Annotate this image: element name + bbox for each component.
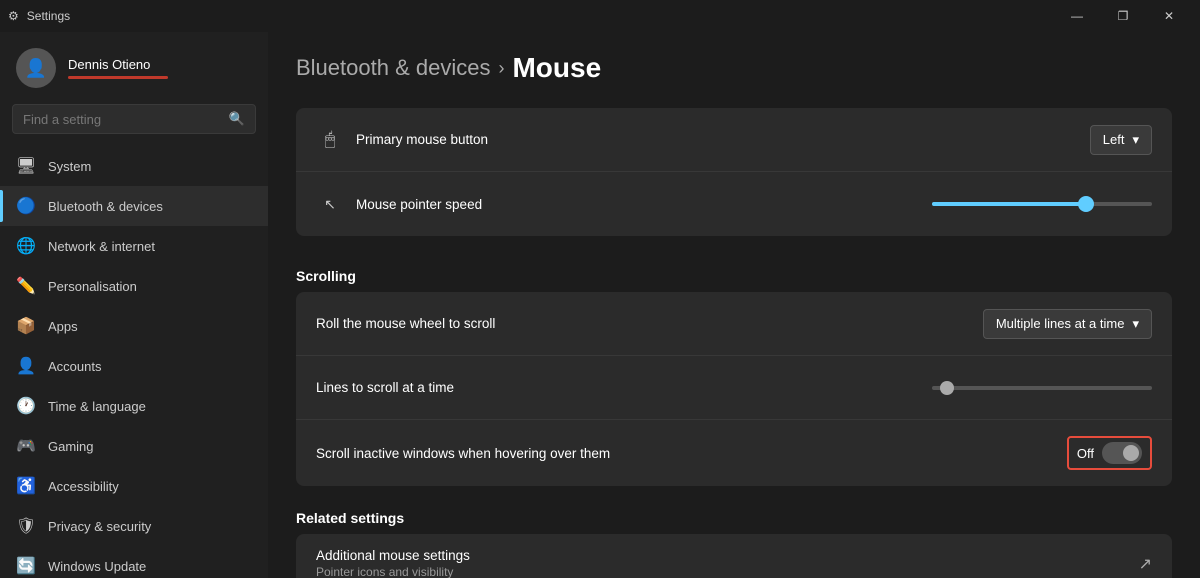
sidebar-item-accessibility[interactable]: ♿ Accessibility (0, 466, 268, 506)
user-section: 👤 Dennis Otieno (0, 32, 268, 96)
settings-icon: ⚙ (8, 9, 19, 23)
close-button[interactable]: ✕ (1146, 0, 1192, 32)
sidebar-item-label: Accounts (48, 359, 101, 374)
scroll-mode-dropdown[interactable]: Multiple lines at a time ▾ (983, 309, 1152, 339)
external-link-icon[interactable]: ↗ (1139, 554, 1152, 574)
primary-button-label: Primary mouse button (344, 132, 1090, 147)
lines-scroll-label: Lines to scroll at a time (316, 380, 932, 395)
user-info: Dennis Otieno (68, 57, 168, 79)
sidebar-item-network[interactable]: 🌐 Network & internet (0, 226, 268, 266)
sidebar-item-label: Network & internet (48, 239, 155, 254)
app-body: 👤 Dennis Otieno 🔍 🖥 System 🔵 Bluetooth &… (0, 32, 1200, 578)
additional-mouse-title: Additional mouse settings (316, 548, 1139, 563)
related-settings-section: Additional mouse settings Pointer icons … (296, 534, 1172, 578)
sidebar-item-update[interactable]: 🔄 Windows Update (0, 546, 268, 578)
personalisation-icon: ✏️ (16, 276, 36, 296)
user-name: Dennis Otieno (68, 57, 168, 72)
accounts-icon: 👤 (16, 356, 36, 376)
apps-icon: 📦 (16, 316, 36, 336)
sidebar-item-personalisation[interactable]: ✏️ Personalisation (0, 266, 268, 306)
sidebar-item-time[interactable]: 🕐 Time & language (0, 386, 268, 426)
mouse-icon: 🖱 (316, 129, 344, 150)
sidebar-item-privacy[interactable]: 🛡 Privacy & security (0, 506, 268, 546)
avatar: 👤 (16, 48, 56, 88)
pointer-icon: ↖ (316, 196, 344, 213)
user-bar-decoration (68, 76, 168, 79)
breadcrumb-separator: › (498, 58, 504, 79)
network-icon: 🌐 (16, 236, 36, 256)
sidebar-item-system[interactable]: 🖥 System (0, 146, 268, 186)
inactive-scroll-row: Scroll inactive windows when hovering ov… (296, 420, 1172, 486)
search-input[interactable] (23, 112, 221, 127)
lines-scroll-slider[interactable] (932, 386, 1152, 390)
titlebar-left: ⚙ Settings (8, 9, 70, 23)
toggle-off-label: Off (1077, 446, 1094, 461)
avatar-icon: 👤 (25, 58, 47, 79)
minimize-button[interactable]: — (1054, 0, 1100, 32)
nav-list: 🖥 System 🔵 Bluetooth & devices 🌐 Network… (0, 142, 268, 578)
scroll-mode-value: Multiple lines at a time (996, 316, 1125, 331)
sidebar-item-gaming[interactable]: 🎮 Gaming (0, 426, 268, 466)
additional-mouse-subtitle: Pointer icons and visibility (316, 565, 1139, 578)
primary-button-dropdown[interactable]: Left ▾ (1090, 125, 1152, 155)
search-box[interactable]: 🔍 (12, 104, 256, 134)
system-icon: 🖥 (16, 156, 36, 176)
bluetooth-icon: 🔵 (16, 196, 36, 216)
gaming-icon: 🎮 (16, 436, 36, 456)
scroll-mode-row: Roll the mouse wheel to scroll Multiple … (296, 292, 1172, 356)
maximize-button[interactable]: ❐ (1100, 0, 1146, 32)
inactive-scroll-control: Off (1067, 436, 1152, 470)
titlebar: ⚙ Settings — ❐ ✕ (0, 0, 1200, 32)
chevron-down-icon: ▾ (1132, 316, 1139, 332)
sidebar-item-label: System (48, 159, 91, 174)
primary-button-control: Left ▾ (1090, 125, 1152, 155)
lines-scroll-row: Lines to scroll at a time (296, 356, 1172, 420)
additional-mouse-text: Additional mouse settings Pointer icons … (316, 548, 1139, 578)
pointer-speed-slider[interactable] (932, 202, 1152, 206)
app-title: Settings (27, 9, 70, 23)
additional-mouse-row: Additional mouse settings Pointer icons … (296, 534, 1172, 578)
pointer-speed-control (932, 202, 1152, 206)
time-icon: 🕐 (16, 396, 36, 416)
primary-button-value: Left (1103, 132, 1125, 147)
mouse-main-section: 🖱 Primary mouse button Left ▾ ↖ Mouse po… (296, 108, 1172, 236)
breadcrumb: Bluetooth & devices › Mouse (296, 52, 1172, 84)
sidebar-item-label: Accessibility (48, 479, 119, 494)
sidebar-item-label: Personalisation (48, 279, 137, 294)
sidebar-item-label: Bluetooth & devices (48, 199, 163, 214)
update-icon: 🔄 (16, 556, 36, 576)
scroll-mode-control: Multiple lines at a time ▾ (983, 309, 1152, 339)
related-settings-title: Related settings (296, 498, 1172, 534)
scrolling-section: Roll the mouse wheel to scroll Multiple … (296, 292, 1172, 486)
titlebar-controls: — ❐ ✕ (1054, 0, 1192, 32)
sidebar: 👤 Dennis Otieno 🔍 🖥 System 🔵 Bluetooth &… (0, 32, 268, 578)
sidebar-item-label: Privacy & security (48, 519, 151, 534)
accessibility-icon: ♿ (16, 476, 36, 496)
scrolling-section-title: Scrolling (296, 248, 1172, 292)
inactive-scroll-label: Scroll inactive windows when hovering ov… (316, 446, 1067, 461)
sidebar-item-apps[interactable]: 📦 Apps (0, 306, 268, 346)
toggle-knob (1123, 445, 1139, 461)
content-area: Bluetooth & devices › Mouse 🖱 Primary mo… (268, 32, 1200, 578)
chevron-down-icon: ▾ (1132, 132, 1139, 148)
breadcrumb-current: Mouse (512, 52, 601, 84)
inactive-scroll-toggle-container: Off (1067, 436, 1152, 470)
sidebar-item-label: Time & language (48, 399, 146, 414)
primary-mouse-button-row: 🖱 Primary mouse button Left ▾ (296, 108, 1172, 172)
privacy-icon: 🛡 (16, 516, 36, 536)
sidebar-item-label: Windows Update (48, 559, 146, 574)
sidebar-item-label: Gaming (48, 439, 94, 454)
breadcrumb-parent: Bluetooth & devices (296, 55, 490, 81)
red-arrow (1082, 481, 1162, 486)
sidebar-item-label: Apps (48, 319, 78, 334)
lines-scroll-control (932, 386, 1152, 390)
pointer-speed-row: ↖ Mouse pointer speed (296, 172, 1172, 236)
scroll-mode-label: Roll the mouse wheel to scroll (316, 316, 983, 331)
inactive-scroll-toggle[interactable] (1102, 442, 1142, 464)
sidebar-item-accounts[interactable]: 👤 Accounts (0, 346, 268, 386)
pointer-speed-label: Mouse pointer speed (344, 197, 932, 212)
sidebar-item-bluetooth[interactable]: 🔵 Bluetooth & devices (0, 186, 268, 226)
search-icon: 🔍 (229, 111, 245, 127)
